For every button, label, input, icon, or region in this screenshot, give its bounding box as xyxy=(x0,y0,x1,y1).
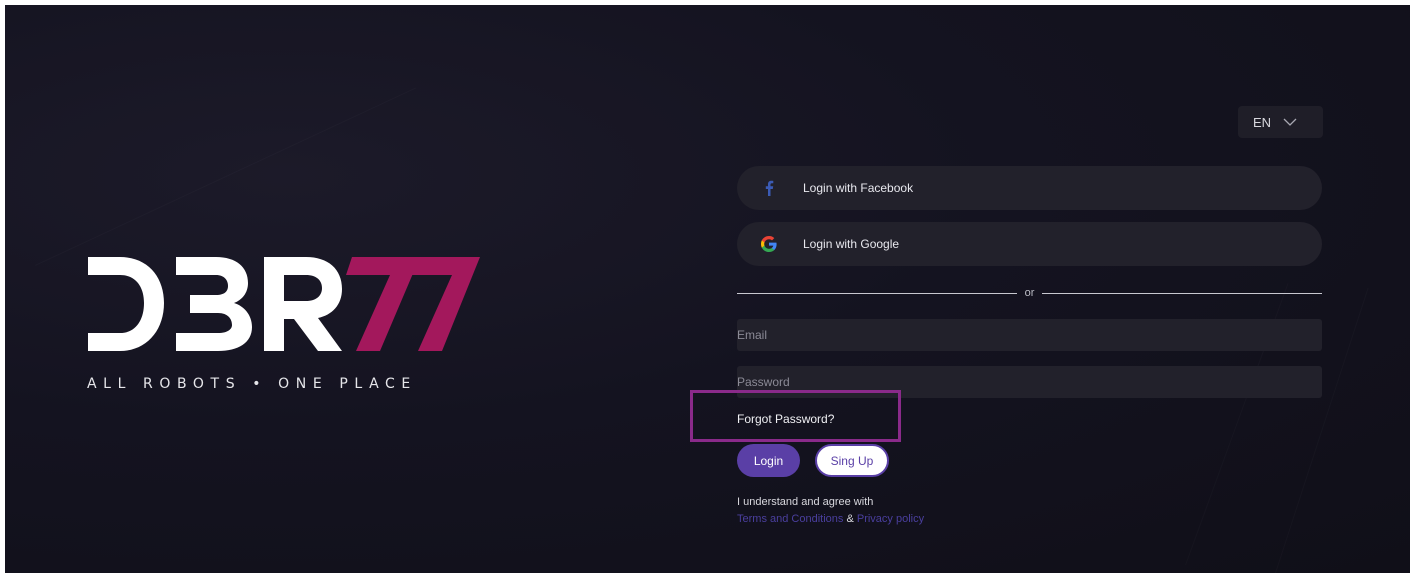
signup-button[interactable]: Sing Up xyxy=(815,444,889,477)
chevron-down-icon xyxy=(1283,118,1297,126)
terms-link[interactable]: Terms and Conditions xyxy=(737,513,843,525)
agreement-block: I understand and agree with Terms and Co… xyxy=(737,494,924,528)
forgot-password-link[interactable]: Forgot Password? xyxy=(737,412,834,426)
agreement-ampersand: & xyxy=(846,513,854,525)
privacy-link[interactable]: Privacy policy xyxy=(857,513,924,525)
login-google-button[interactable]: Login with Google xyxy=(737,222,1322,266)
or-divider: or xyxy=(737,285,1322,301)
brand-tagline: ALL ROBOTS • ONE PLACE xyxy=(87,376,417,392)
language-selected: EN xyxy=(1253,114,1272,130)
facebook-icon xyxy=(761,180,777,196)
agreement-links: Terms and Conditions & Privacy policy xyxy=(737,511,924,528)
brand-logo xyxy=(88,257,480,351)
agreement-text: I understand and agree with xyxy=(737,496,874,508)
email-field[interactable] xyxy=(737,319,1322,351)
divider-line xyxy=(737,292,1017,294)
login-button[interactable]: Login xyxy=(737,444,800,477)
language-selector[interactable]: EN xyxy=(1238,106,1323,138)
divider-text: or xyxy=(1024,287,1035,299)
google-label: Login with Google xyxy=(803,237,900,251)
login-facebook-button[interactable]: Login with Facebook xyxy=(737,166,1322,210)
divider-line xyxy=(1042,292,1322,294)
facebook-label: Login with Facebook xyxy=(803,181,914,195)
background-streak xyxy=(35,88,416,266)
google-icon xyxy=(761,236,777,252)
